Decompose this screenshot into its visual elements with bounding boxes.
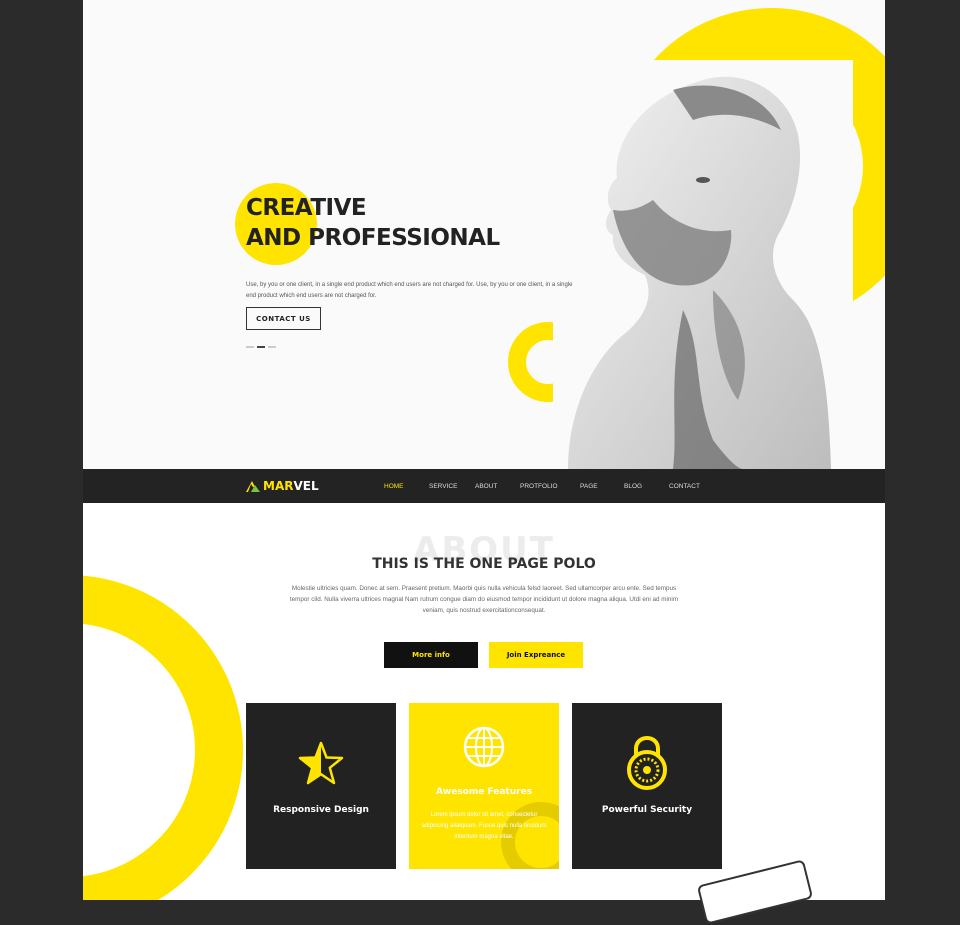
nav-item-contact[interactable]: CONTACT	[669, 483, 700, 490]
globe-icon	[409, 725, 559, 774]
nav-item-about[interactable]: ABOUT	[475, 483, 497, 490]
slider-dot[interactable]	[268, 346, 276, 348]
nav-item-home[interactable]: HOME	[384, 483, 404, 490]
feature-card-security[interactable]: Powerful Security	[572, 703, 722, 869]
logo[interactable]: MARVEL	[246, 479, 319, 493]
about-section: ABOUT THIS IS THE ONE PAGE POLO Molestie…	[83, 503, 885, 900]
slider-dot-active[interactable]	[257, 346, 265, 348]
hero-section: CREATIVE AND PROFESSIONAL Use, by you or…	[83, 0, 885, 469]
slider-dot[interactable]	[246, 346, 254, 348]
slider-pagination	[246, 346, 276, 348]
about-ring-decoration	[83, 575, 243, 900]
logo-text: MARVEL	[263, 479, 319, 493]
hero-portrait-image	[553, 60, 853, 469]
card-title: Awesome Features	[435, 787, 533, 797]
card-title: Powerful Security	[601, 805, 693, 815]
logo-mountain-icon	[246, 481, 260, 492]
nav-item-blog[interactable]: BLOG	[624, 483, 642, 490]
nav-item-service[interactable]: SERVICE	[429, 483, 457, 490]
star-icon	[246, 741, 396, 790]
feature-card-responsive[interactable]: Responsive Design	[246, 703, 396, 869]
main-navbar: MARVEL HOME SERVICE ABOUT PROTFOLIO PAGE…	[83, 469, 885, 503]
hero-title: CREATIVE AND PROFESSIONAL	[246, 195, 500, 251]
feature-card-features[interactable]: Awesome Features Lorem ipsum dolor sit a…	[409, 703, 559, 869]
page: CREATIVE AND PROFESSIONAL Use, by you or…	[83, 0, 885, 900]
about-description: Molestie ultricies quam. Donec at sem. P…	[289, 585, 679, 614]
contact-us-button[interactable]: CONTACT US	[246, 307, 321, 330]
padlock-icon	[572, 735, 722, 796]
nav-item-page[interactable]: PAGE	[580, 483, 598, 490]
card-description: Lorem ipsum dolor sit amet, consectetur …	[421, 812, 547, 840]
hero-description: Use, by you or one client, in a single e…	[246, 282, 573, 299]
join-experience-button[interactable]: Join Expreance	[489, 642, 583, 668]
more-info-button[interactable]: More info	[384, 642, 478, 668]
about-title: THIS IS THE ONE PAGE POLO	[372, 556, 596, 572]
card-title: Responsive Design	[273, 805, 369, 815]
nav-item-portfolio[interactable]: PROTFOLIO	[520, 483, 558, 490]
